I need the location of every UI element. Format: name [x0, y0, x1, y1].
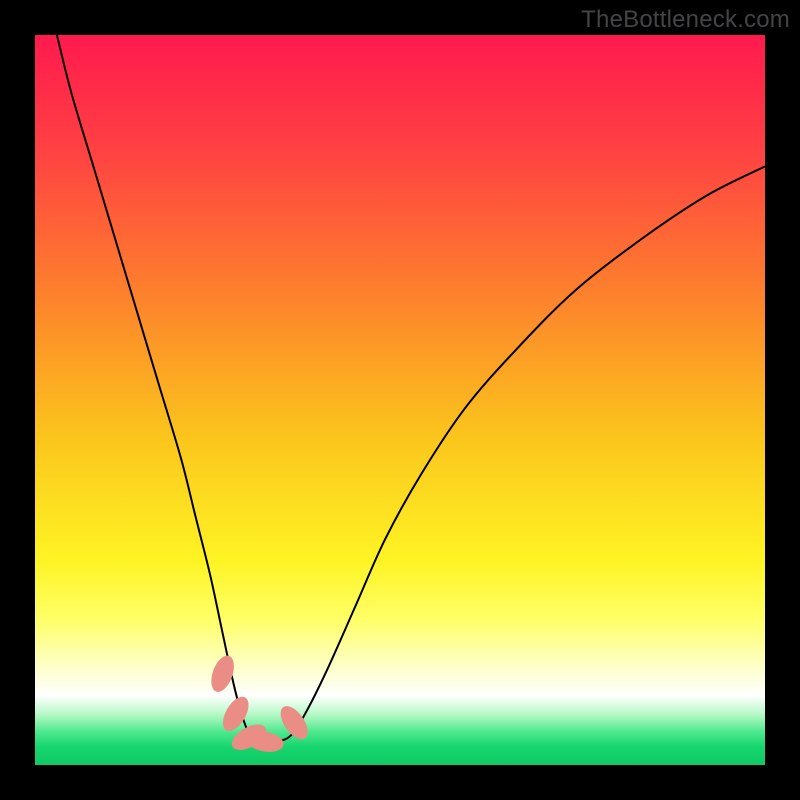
plot-area	[35, 35, 765, 765]
bottleneck-chart	[35, 35, 765, 765]
gradient-background	[35, 35, 765, 765]
watermark-text: TheBottleneck.com	[581, 6, 790, 34]
chart-frame: TheBottleneck.com	[0, 0, 800, 800]
